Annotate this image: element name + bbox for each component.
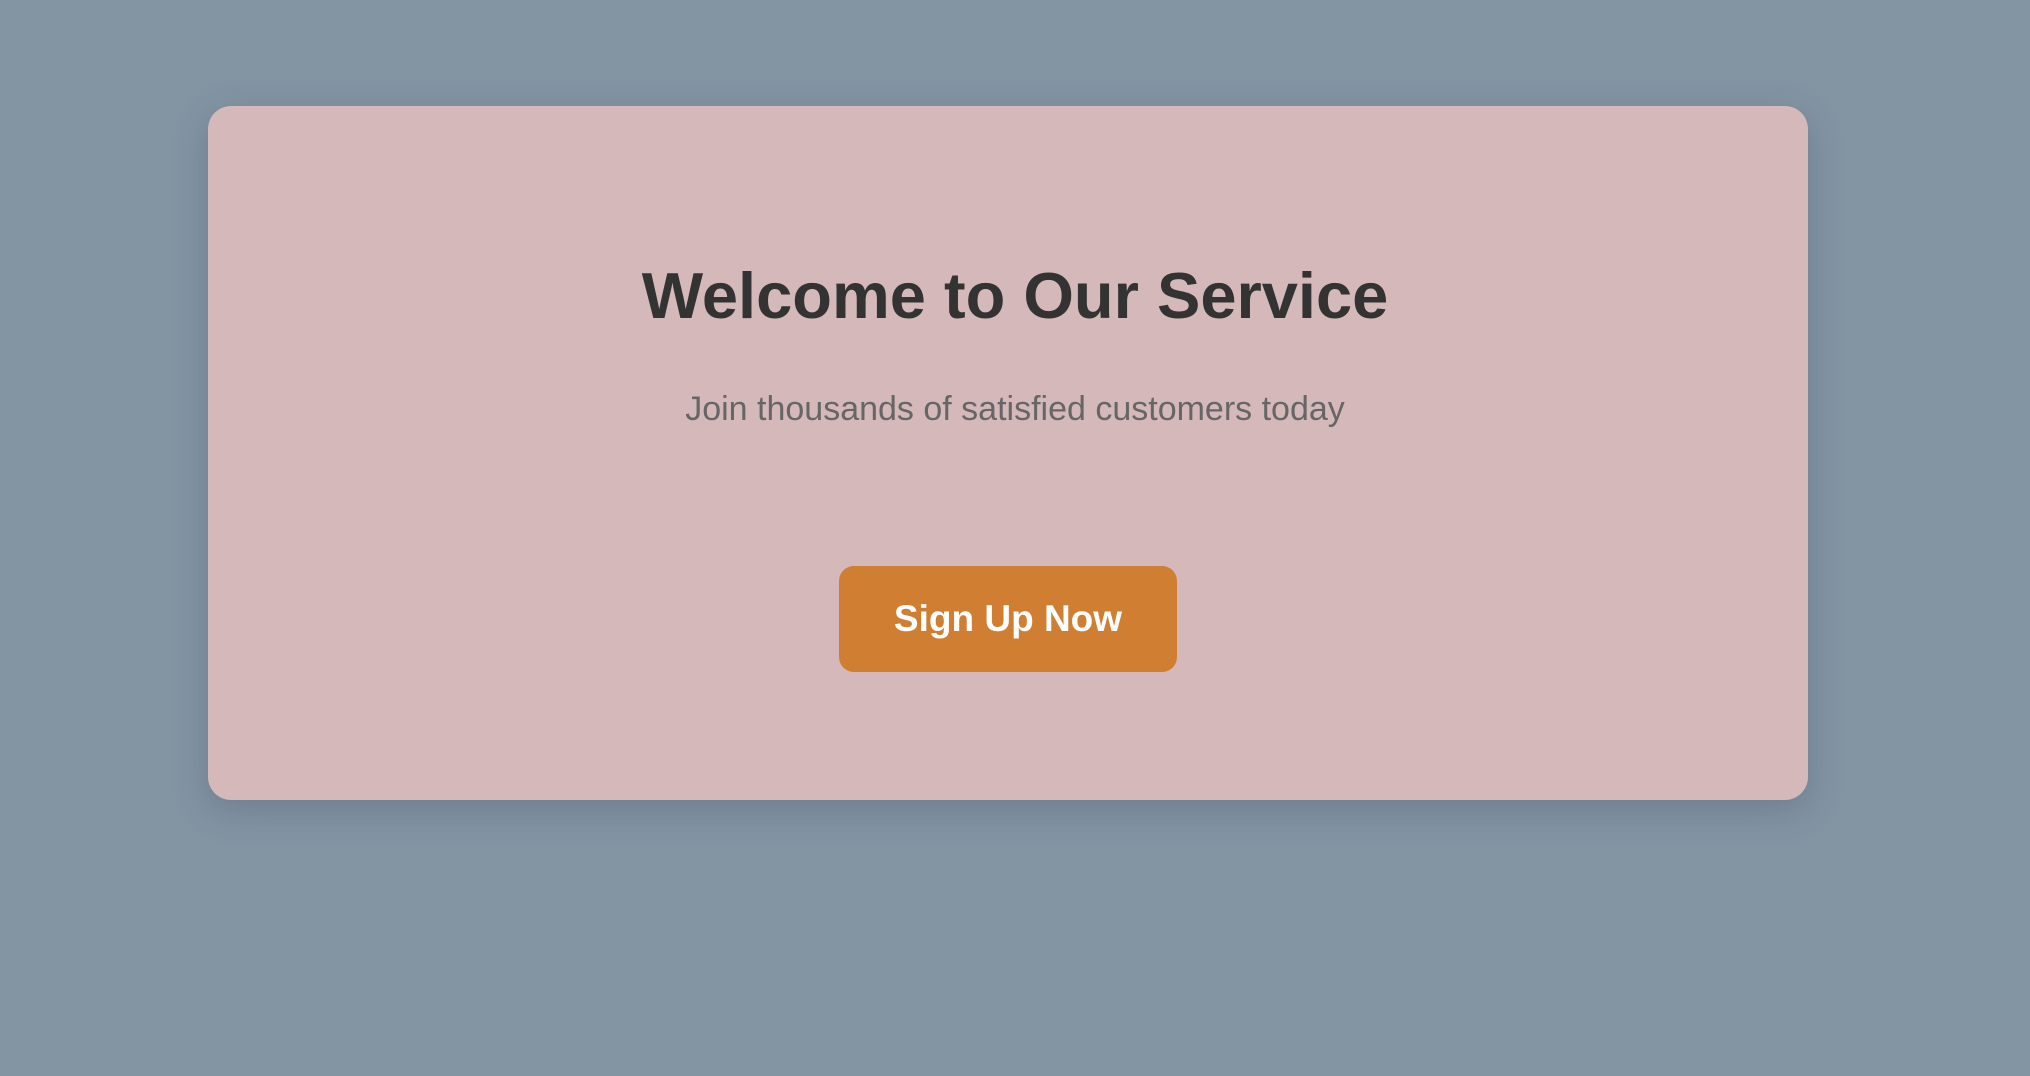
hero-subtitle: Join thousands of satisfied customers to…	[685, 390, 1345, 428]
hero-title: Welcome to Our Service	[641, 259, 1389, 332]
sign-up-button[interactable]: Sign Up Now	[839, 566, 1177, 672]
hero-card	[208, 106, 1808, 800]
